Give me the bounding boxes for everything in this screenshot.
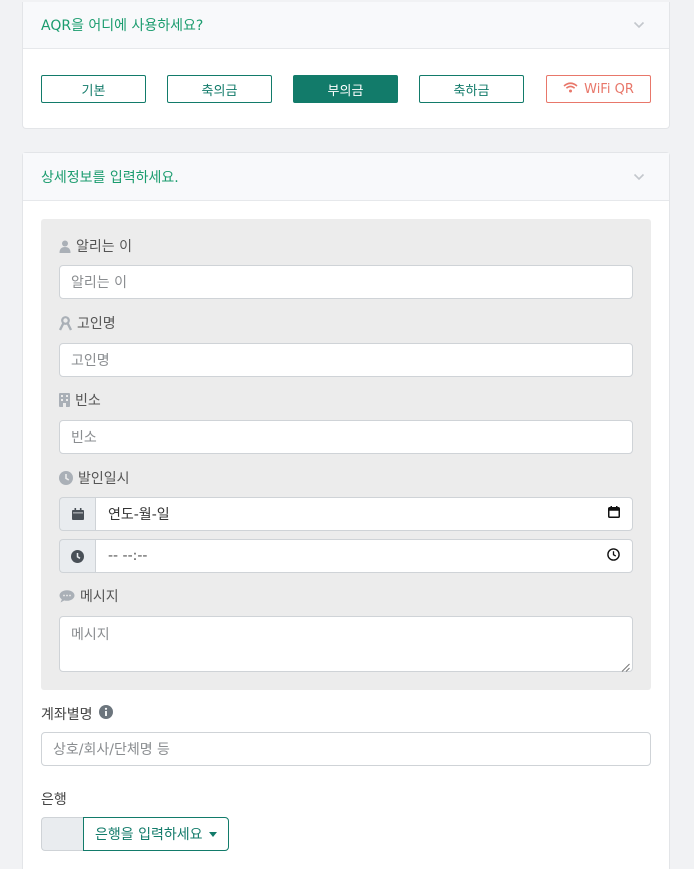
bank-logo-placeholder: [41, 817, 83, 851]
clock-icon: [59, 471, 73, 485]
burial-date-group: 연도-월-일: [59, 497, 633, 531]
calendar-picker-icon[interactable]: [608, 506, 620, 522]
funeral-hall-input[interactable]: 빈소: [59, 420, 633, 454]
type-wedding-gift-button[interactable]: 축의금: [167, 75, 272, 103]
bank-dropdown-button[interactable]: 은행을 입력하세요: [83, 817, 229, 851]
clock-icon: [59, 539, 95, 573]
type-congratulation-money-button[interactable]: 축하금: [419, 75, 524, 103]
bank-label: 은행: [41, 792, 67, 808]
chevron-down-icon[interactable]: [627, 167, 651, 187]
announcer-input[interactable]: 알리는 이: [59, 265, 633, 299]
announcer-label: 알리는 이: [59, 236, 132, 256]
deceased-input[interactable]: 고인명: [59, 343, 633, 377]
type-basic-button[interactable]: 기본: [41, 75, 146, 103]
account-name-input[interactable]: 상호/회사/단체명 등: [41, 732, 651, 766]
caret-down-icon: [208, 831, 217, 837]
burial-datetime-label: 발인일시: [59, 468, 130, 488]
account-name-label: 계좌별명: [41, 704, 113, 724]
chevron-down-icon[interactable]: [627, 15, 651, 35]
funeral-hall-label: 빈소: [59, 390, 101, 410]
usage-title: AQR을 어디에 사용하세요?: [41, 18, 204, 34]
usage-card-header[interactable]: AQR을 어디에 사용하세요?: [23, 2, 669, 49]
message-textarea[interactable]: 메시지: [59, 616, 633, 672]
wifi-icon: [563, 81, 578, 97]
usage-type-options: 기본 축의금 부의금 축하금 WiFi QR: [41, 75, 651, 104]
type-wifi-qr-button[interactable]: WiFi QR: [546, 75, 651, 103]
building-icon: [59, 393, 70, 407]
details-card-header[interactable]: 상세정보를 입력하세요.: [23, 153, 669, 201]
details-card: 상세정보를 입력하세요. 알리는 이 알리는 이 고인명 고인명 빈소 빈소 발…: [22, 152, 670, 869]
type-condolence-money-button[interactable]: 부의금: [293, 75, 398, 103]
details-title: 상세정보를 입력하세요.: [41, 169, 179, 186]
burial-time-input[interactable]: -- --:--: [95, 539, 633, 573]
info-icon[interactable]: [98, 705, 113, 723]
resize-handle-icon[interactable]: [621, 660, 630, 672]
usage-card: AQR을 어디에 사용하세요? 기본 축의금 부의금 축하금 WiFi QR: [22, 2, 670, 129]
calendar-icon: [59, 497, 95, 531]
bank-select-group: 은행을 입력하세요: [41, 817, 229, 852]
burial-time-group: -- --:--: [59, 539, 633, 573]
burial-date-input[interactable]: 연도-월-일: [95, 497, 633, 531]
user-icon: [59, 240, 71, 253]
deceased-label: 고인명: [59, 313, 116, 333]
comment-icon: [59, 589, 75, 603]
funeral-info-panel: 알리는 이 알리는 이 고인명 고인명 빈소 빈소 발인일시 연도-월-일 --…: [41, 219, 651, 690]
ribbon-icon: [59, 315, 72, 331]
time-picker-icon[interactable]: [607, 547, 620, 565]
message-label: 메시지: [59, 586, 119, 606]
